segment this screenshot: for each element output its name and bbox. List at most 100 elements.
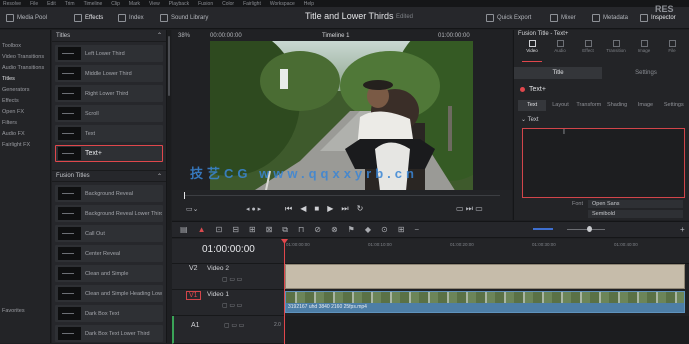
track-controls-v2[interactable]: ▢ ▭ ▭ [222, 276, 242, 283]
flag-icon[interactable]: ⚑ [348, 225, 355, 235]
jog-icon[interactable]: ◂ ● ▸ [246, 205, 261, 213]
scrub-playhead[interactable] [184, 192, 185, 199]
category-item[interactable]: Audio Transitions [0, 63, 50, 74]
menu-item[interactable]: Help [304, 1, 314, 7]
font-select[interactable]: Open Sans [588, 200, 683, 208]
effects-scrollbar[interactable] [167, 30, 171, 230]
title-card[interactable]: Scroll [55, 105, 163, 122]
title-card[interactable]: Left Lower Third [55, 45, 163, 62]
menu-item[interactable]: View [149, 1, 160, 7]
layout-icon[interactable]: ▭⌄ [186, 205, 198, 213]
inner-tab[interactable]: Image [631, 100, 659, 111]
timeline-playhead[interactable] [284, 242, 285, 344]
title-card[interactable]: Middle Lower Third [55, 65, 163, 82]
skip-end-icon[interactable]: ⏭ [341, 204, 348, 214]
inner-tab[interactable]: Text [518, 100, 547, 111]
menu-item[interactable]: Timeline [84, 1, 103, 7]
category-item[interactable]: Effects [0, 96, 50, 107]
skip-start-icon[interactable]: ⏮ [285, 204, 292, 214]
category-item[interactable]: Video Transitions [0, 52, 50, 63]
selection-arrow-icon[interactable]: ▲ [198, 225, 206, 235]
title-card[interactable]: Clean and Simple [55, 265, 163, 282]
category-item[interactable]: Fairlight FX [0, 140, 50, 151]
fusion-titles-section-header[interactable]: Fusion Titles ⌃ [52, 170, 166, 182]
play-reverse-icon[interactable]: ◀ [300, 204, 306, 214]
menu-item[interactable]: File [30, 1, 38, 7]
menu-item[interactable]: Playback [169, 1, 189, 7]
title-card[interactable]: Background Reveal [55, 185, 163, 202]
menu-item[interactable]: Edit [47, 1, 56, 7]
zoom-slider[interactable] [567, 229, 605, 230]
inspector-tab[interactable]: Image [630, 40, 658, 53]
title-card[interactable]: Text [55, 125, 163, 142]
layout-icon[interactable]: ▤ [180, 225, 188, 235]
audio-track-lane[interactable] [284, 316, 689, 344]
menu-item[interactable]: Fairlight [243, 1, 261, 7]
stop-icon[interactable]: ■ [314, 204, 319, 214]
text-input-area[interactable]: I [522, 128, 685, 198]
effects-button[interactable]: Effects [74, 7, 103, 29]
loop-icon[interactable]: ↻ [357, 204, 364, 214]
title-card[interactable]: Background Reveal Lower Third [55, 205, 163, 222]
subtab-settings[interactable]: Settings [602, 67, 689, 79]
chevron-up-icon[interactable]: ⌃ [157, 173, 162, 180]
scrub-bar[interactable] [184, 195, 500, 196]
category-item[interactable]: Filters [0, 118, 50, 129]
title-card[interactable]: Center Reveal [55, 245, 163, 262]
node-enable-icon[interactable] [520, 87, 525, 92]
menu-item[interactable]: Resolve [3, 1, 21, 7]
replace-icon[interactable]: ⧉ [282, 225, 288, 235]
titles-section-header[interactable]: Titles ⌃ [52, 30, 166, 42]
zoom-slider-handle[interactable] [587, 226, 592, 232]
menu-item[interactable]: Fusion [198, 1, 213, 7]
link-icon[interactable]: ⊘ [314, 225, 321, 235]
metadata-button[interactable]: Metadata [592, 7, 628, 29]
category-item[interactable]: Toolbox [0, 41, 50, 52]
track-id-a1[interactable]: A1 [191, 322, 200, 329]
title-card[interactable]: Clean and Simple Heading Lower Third [55, 285, 163, 302]
index-button[interactable]: Index [118, 7, 144, 29]
track-id-v2[interactable]: V2 [189, 265, 198, 272]
blue-marker-icon[interactable] [533, 228, 553, 230]
snap-icon[interactable]: ⊓ [298, 225, 304, 235]
mixer-button[interactable]: Mixer [550, 7, 576, 29]
font-style-select[interactable]: Semibold [588, 210, 683, 218]
category-item[interactable]: Titles [0, 74, 50, 85]
quick-export-button[interactable]: Quick Export [486, 7, 531, 29]
category-item[interactable]: Audio FX [0, 129, 50, 140]
inspector-tab[interactable]: Video [518, 40, 546, 53]
inspector-tab[interactable]: Effect [574, 40, 602, 53]
zoom-in-icon[interactable]: + [680, 225, 685, 234]
insert-icon[interactable]: ⊞ [249, 225, 256, 235]
title-card[interactable]: Dark Box Text Lower Third [55, 325, 163, 342]
category-item[interactable]: Generators [0, 85, 50, 96]
menu-item[interactable]: Mark [129, 1, 140, 7]
title-clip[interactable] [285, 264, 685, 289]
track-id-v1[interactable]: V1 [186, 291, 201, 300]
marker-icon[interactable]: ◆ [365, 225, 371, 235]
trim-icon[interactable]: ⊡ [215, 225, 222, 235]
video-clip[interactable]: 3192167 uhd 3840 2160 25fps.mp4 [285, 291, 685, 313]
timeline-ruler[interactable]: 01:00:00:00 01:00:10:00 01:00:20:00 01:00:3… [284, 239, 689, 264]
inner-tab[interactable]: Layout [546, 100, 574, 111]
timeline-name[interactable]: Timeline 1 [322, 33, 349, 39]
track-controls-a1[interactable]: ▢ ▭ ▭ [224, 322, 244, 329]
menu-item[interactable]: Clip [111, 1, 120, 7]
title-card[interactable]: Right Lower Third [55, 85, 163, 102]
zoom-out-icon[interactable]: − [414, 225, 419, 235]
category-item[interactable]: Open FX [0, 107, 50, 118]
favorites-item[interactable]: Favorites [0, 306, 25, 317]
subtab-title[interactable]: Title [514, 67, 602, 79]
inner-tab[interactable]: Settings [660, 100, 688, 111]
inspector-tab[interactable]: Transition [602, 40, 630, 53]
chevron-up-icon[interactable]: ⌃ [157, 32, 162, 39]
play-icon[interactable]: ▶ [327, 204, 333, 214]
sound-library-button[interactable]: Sound Library [160, 7, 208, 29]
inspector-tab[interactable]: Audio [546, 40, 574, 53]
color-flag-icon[interactable]: ⊙ [381, 225, 388, 235]
media-pool-button[interactable]: Media Pool [6, 7, 47, 29]
title-card[interactable]: Call Out [55, 225, 163, 242]
menu-item[interactable]: Trim [65, 1, 75, 7]
inner-tab[interactable]: Shading [603, 100, 631, 111]
title-card[interactable]: Dark Box Text [55, 305, 163, 322]
